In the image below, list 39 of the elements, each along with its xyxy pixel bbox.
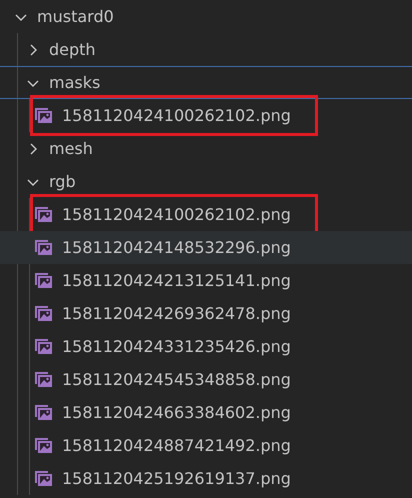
image-file-icon	[35, 240, 52, 255]
file-row[interactable]: 1581120424269362478.png	[0, 297, 412, 330]
file-row[interactable]: 1581120424663384602.png	[0, 396, 412, 429]
image-file-icon	[35, 471, 52, 486]
file-name: 1581120425192619137.png	[62, 468, 291, 488]
file-row[interactable]: 1581120424545348858.png	[0, 363, 412, 396]
file-name: 1581120424887421492.png	[62, 436, 291, 456]
file-name: 1581120424213125141.png	[62, 270, 291, 290]
file-name: 1581120424269362478.png	[62, 304, 291, 324]
folder-row[interactable]: depth	[0, 33, 412, 66]
image-file-icon	[35, 405, 52, 420]
file-row[interactable]: 1581120424148532296.png	[0, 231, 412, 264]
file-row[interactable]: 1581120425192619137.png	[0, 462, 412, 495]
image-file-icon	[35, 273, 52, 288]
file-name: 1581120424148532296.png	[62, 238, 291, 258]
folder-row[interactable]: masks	[0, 66, 412, 99]
image-file-icon	[35, 372, 52, 387]
file-row[interactable]: 1581120424100262102.png	[0, 99, 412, 132]
image-file-icon	[35, 438, 52, 453]
image-file-icon	[35, 108, 52, 123]
file-row[interactable]: 1581120424331235426.png	[0, 330, 412, 363]
file-name: 1581120424545348858.png	[62, 370, 291, 390]
file-row[interactable]: 1581120424213125141.png	[0, 264, 412, 297]
file-name: 1581120424100262102.png	[62, 204, 291, 224]
folder-name: depth	[49, 40, 96, 60]
file-row[interactable]: 1581120424887421492.png	[0, 429, 412, 462]
file-name: 1581120424100262102.png	[62, 106, 291, 126]
image-file-icon	[35, 207, 52, 222]
folder-name: masks	[49, 72, 100, 92]
image-file-icon	[35, 306, 52, 321]
folder-row[interactable]: mustard0	[0, 0, 412, 33]
file-name: 1581120424663384602.png	[62, 402, 291, 422]
image-file-icon	[35, 339, 52, 354]
file-name: 1581120424331235426.png	[62, 336, 291, 356]
folder-row[interactable]: mesh	[0, 132, 412, 165]
folder-name: rgb	[49, 172, 76, 192]
folder-name: mesh	[49, 138, 93, 158]
folder-name: mustard0	[37, 6, 114, 26]
folder-row[interactable]: rgb	[0, 165, 412, 198]
